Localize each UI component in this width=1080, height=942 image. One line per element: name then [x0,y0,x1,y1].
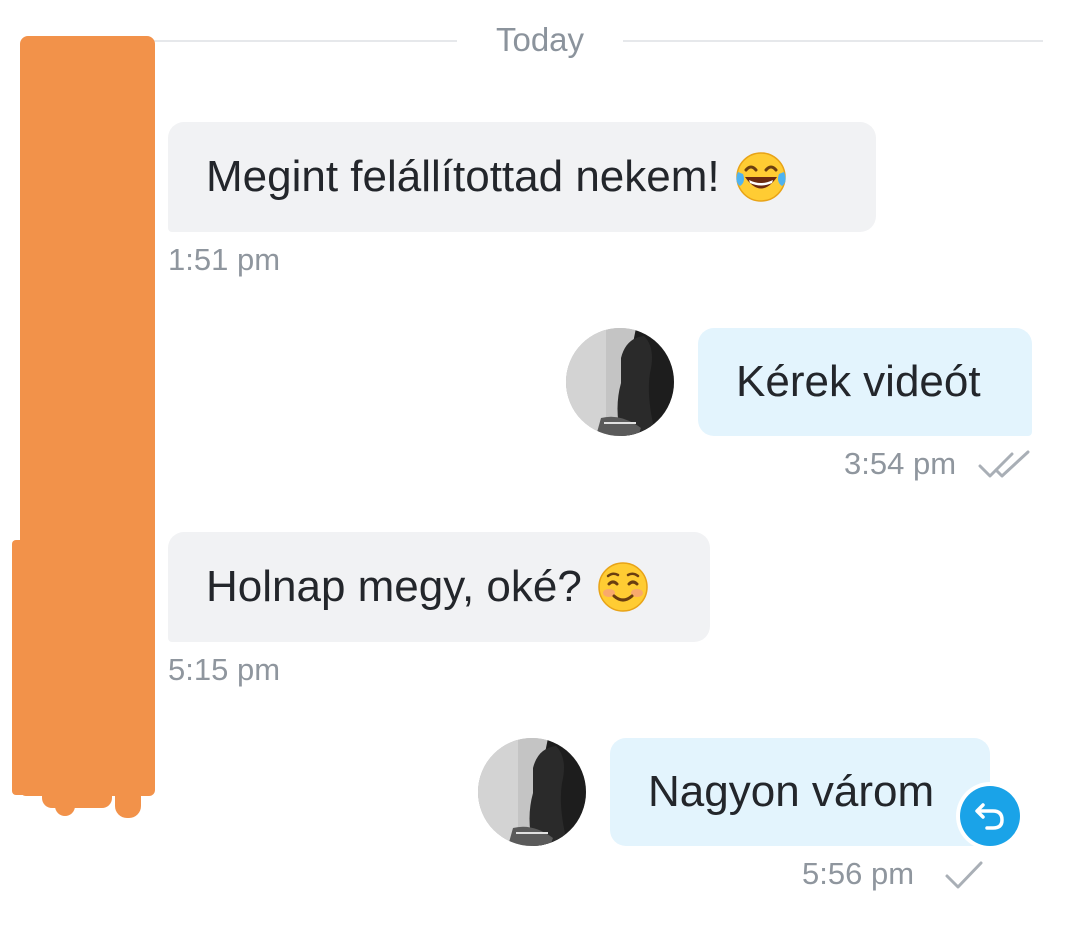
message-bubble-incoming[interactable]: Megint felállítottad nekem! [168,122,876,232]
avatar-photo-icon [478,738,586,846]
single-check-sent-icon [945,861,983,889]
redaction-overlay-edge [12,540,32,795]
message-timestamp: 5:15 pm [168,652,281,687]
message-bubble-incoming[interactable]: Holnap megy, oké? [168,532,710,642]
date-divider-label: Today [495,21,585,58]
redaction-overlay [20,36,155,796]
message-text: Kérek videót [736,357,981,406]
avatar-photo-icon [566,328,674,436]
message-text: Megint felállítottad nekem! [206,152,720,201]
reply-arrow-icon [975,803,1004,830]
message-timestamp: 5:56 pm [802,856,915,891]
redaction-overlay-drip [55,790,75,816]
redaction-overlay-drip [115,780,141,818]
contact-avatar[interactable] [478,738,586,846]
message-text: Holnap megy, oké? [206,562,582,611]
redaction-overlay-bottom [42,770,112,808]
message-bubble-outgoing[interactable]: Nagyon várom [610,738,990,846]
face-with-tears-of-joy-icon [734,150,788,204]
message-timestamp: 1:51 pm [168,242,281,277]
contact-avatar[interactable] [566,328,674,436]
smiling-face-icon [596,560,650,614]
reply-button[interactable] [960,786,1020,846]
message-bubble-outgoing[interactable]: Kérek videót [698,328,1032,436]
double-check-read-icon [978,450,1030,478]
date-divider-line-left [150,40,457,42]
message-text: Nagyon várom [648,767,935,816]
message-timestamp: 3:54 pm [844,446,957,481]
date-divider-line-right [623,40,1043,42]
